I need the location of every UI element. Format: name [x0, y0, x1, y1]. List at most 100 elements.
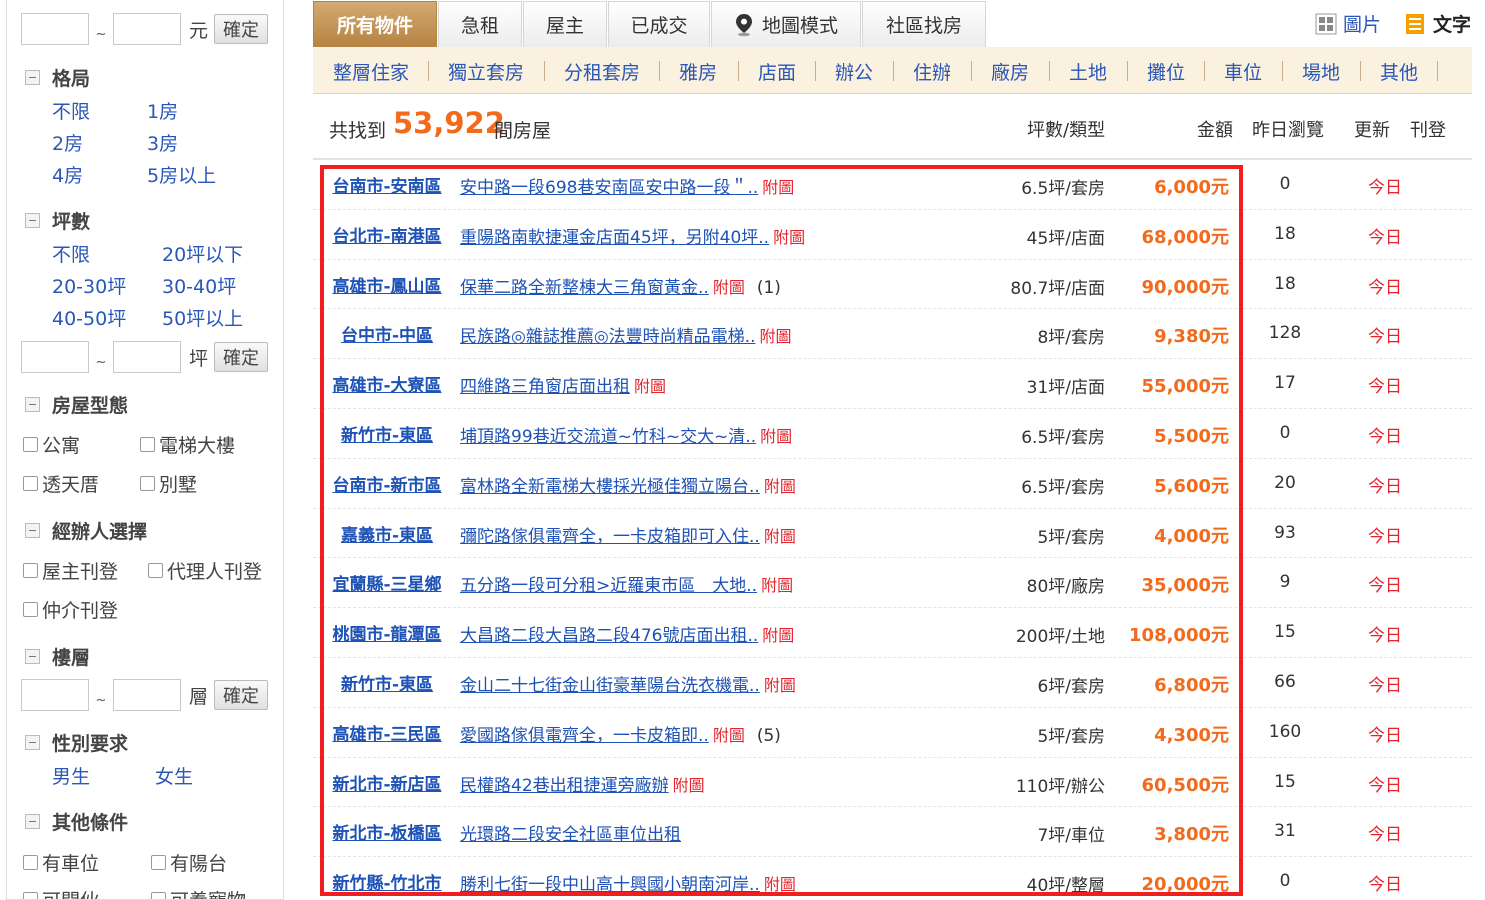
listing-title-link[interactable]: 民權路42巷出租捷運旁廠辦: [460, 771, 669, 796]
other-pets[interactable]: 可養寵物: [151, 886, 246, 899]
listing-region-link[interactable]: 高雄市-三民區: [330, 720, 444, 745]
subcat-venue[interactable]: 場地: [1302, 58, 1340, 85]
gender-option-female[interactable]: 女生: [155, 762, 193, 789]
listing-row[interactable]: 高雄市-三民區 愛國路傢俱電齊全，一卡皮箱即.. 附圖 (5) 5坪/套房 4,300元 1…: [313, 708, 1472, 758]
photo-tag[interactable]: 附圖: [762, 174, 794, 198]
subcat-factory[interactable]: 廠房: [991, 58, 1029, 85]
gender-option-male[interactable]: 男生: [52, 762, 90, 789]
other-balcony[interactable]: 有陽台: [151, 849, 227, 876]
subcat-stall[interactable]: 攤位: [1147, 58, 1185, 85]
subcat-studio[interactable]: 獨立套房: [448, 58, 524, 85]
checkbox[interactable]: [151, 855, 166, 870]
other-cooking[interactable]: 可開伙: [23, 886, 99, 899]
building-type-townhouse[interactable]: 透天厝: [23, 470, 99, 497]
floor-section-header[interactable]: 樓層: [25, 643, 90, 669]
listing-region-link[interactable]: 高雄市-鳳山區: [330, 272, 444, 297]
tab-community-search[interactable]: 社區找房: [862, 1, 986, 47]
photo-tag[interactable]: 附圖: [760, 423, 792, 447]
gender-section-header[interactable]: 性別要求: [25, 729, 128, 755]
listing-region-link[interactable]: 台中市-中區: [330, 321, 444, 346]
agent-section-header[interactable]: 經辦人選擇: [25, 517, 147, 543]
photo-tag[interactable]: 附圖: [762, 622, 794, 646]
tab-urgent[interactable]: 急租: [438, 1, 522, 47]
listing-region-link[interactable]: 宜蘭縣-三星鄉: [330, 570, 444, 595]
listing-region-link[interactable]: 新竹市-東區: [330, 670, 444, 695]
tab-all-listings[interactable]: 所有物件: [313, 1, 437, 47]
building-type-section-header[interactable]: 房屋型態: [25, 391, 128, 417]
listing-title-link[interactable]: 光環路二段安全社區車位出租: [460, 820, 681, 845]
subcat-home-office[interactable]: 住辦: [913, 58, 951, 85]
listing-region-link[interactable]: 高雄市-大寮區: [330, 371, 444, 396]
subcat-land[interactable]: 土地: [1069, 58, 1107, 85]
photo-tag[interactable]: 附圖: [764, 672, 796, 696]
column-area-type[interactable]: 坪數/類型: [1027, 116, 1105, 142]
agent-proxy[interactable]: 代理人刊登: [148, 557, 262, 584]
view-text-toggle[interactable]: 文字: [1405, 10, 1471, 37]
subcat-office[interactable]: 辦公: [835, 58, 873, 85]
building-type-elevator[interactable]: 電梯大樓: [140, 431, 235, 458]
listing-region-link[interactable]: 新北市-板橋區: [330, 819, 444, 844]
collapse-icon[interactable]: [25, 813, 40, 829]
rent-max-input[interactable]: [113, 13, 181, 45]
area-max-input[interactable]: [113, 341, 181, 373]
subcat-whole-floor[interactable]: 整層住家: [333, 58, 409, 85]
listing-title-link[interactable]: 富林路全新電梯大樓採光極佳獨立陽台..: [460, 472, 760, 497]
listing-row[interactable]: 台北市-南港區 重陽路南軟捷運金店面45坪，另附40坪.. 附圖 45坪/店面 68,0…: [313, 210, 1472, 260]
subcat-parking[interactable]: 車位: [1224, 58, 1262, 85]
listing-title-link[interactable]: 民族路◎雜誌推薦◎法豐時尚精品電梯..: [460, 322, 755, 347]
subcat-other[interactable]: 其他: [1380, 58, 1418, 85]
listing-row[interactable]: 新竹市-東區 埔頂路99巷近交流道~竹科~交大~清.. 附圖 6.5坪/套房 5,500…: [313, 409, 1472, 459]
photo-tag[interactable]: 附圖: [761, 572, 793, 596]
other-parking[interactable]: 有車位: [23, 849, 99, 876]
tab-map-mode[interactable]: 地圖模式: [711, 1, 861, 47]
checkbox[interactable]: [140, 476, 155, 491]
subcat-shared-studio[interactable]: 分租套房: [564, 58, 640, 85]
view-image-toggle[interactable]: 圖片: [1315, 10, 1381, 37]
listing-row[interactable]: 嘉義市-東區 彌陀路傢俱電齊全，一卡皮箱即可入住.. 附圖 5坪/套房 4,000元 93…: [313, 509, 1472, 559]
photo-tag[interactable]: 附圖: [759, 323, 791, 347]
checkbox[interactable]: [148, 563, 163, 578]
listing-row[interactable]: 新竹市-東區 金山二十七街金山街豪華陽台洗衣機電.. 附圖 6坪/套房 6,800元 66…: [313, 658, 1472, 708]
area-option-50plus[interactable]: 50坪以上: [162, 304, 243, 331]
column-views[interactable]: 昨日瀏覽: [1252, 116, 1324, 142]
area-option-any[interactable]: 不限: [52, 240, 90, 267]
listing-row[interactable]: 桃園市-龍潭區 大昌路二段大昌路二段476號店面出租.. 附圖 200坪/土地 108,…: [313, 608, 1472, 658]
checkbox[interactable]: [23, 437, 38, 452]
area-option-40-50[interactable]: 40-50坪: [52, 304, 126, 331]
listing-region-link[interactable]: 新北市-新店區: [330, 770, 444, 795]
listing-row[interactable]: 宜蘭縣-三星鄉 五分路一段可分租>近羅東市區 大地.. 附圖 80坪/廠房 35,000…: [313, 558, 1472, 609]
building-type-apartment[interactable]: 公寓: [23, 431, 80, 458]
collapse-icon[interactable]: [25, 396, 40, 412]
rooms-option-4[interactable]: 4房: [52, 161, 83, 188]
photo-tag[interactable]: 附圖: [713, 722, 745, 746]
agent-broker[interactable]: 仲介刊登: [23, 596, 118, 623]
rooms-option-3[interactable]: 3房: [147, 129, 178, 156]
listing-title-link[interactable]: 保華二路全新整棟大三角窗黃金..: [460, 273, 709, 298]
agent-owner[interactable]: 屋主刊登: [23, 557, 118, 584]
listing-row[interactable]: 台中市-中區 民族路◎雜誌推薦◎法豐時尚精品電梯.. 附圖 8坪/套房 9,380元 12…: [313, 309, 1472, 360]
listing-region-link[interactable]: 新竹縣-竹北市: [330, 869, 444, 894]
subcat-storefront[interactable]: 店面: [758, 58, 796, 85]
area-confirm-button[interactable]: 確定: [214, 342, 269, 372]
listing-row[interactable]: 新竹縣-竹北市 勝利七街一段中山高十興國小朝南河岸.. 附圖 40坪/整層 20,000…: [313, 857, 1472, 900]
building-type-villa[interactable]: 別墅: [140, 470, 197, 497]
checkbox[interactable]: [23, 476, 38, 491]
checkbox[interactable]: [151, 892, 166, 899]
rooms-option-5plus[interactable]: 5房以上: [147, 161, 216, 188]
listing-title-link[interactable]: 彌陀路傢俱電齊全，一卡皮箱即可入住..: [460, 522, 760, 547]
listing-title-link[interactable]: 重陽路南軟捷運金店面45坪，另附40坪..: [460, 223, 769, 248]
area-option-30-40[interactable]: 30-40坪: [162, 272, 236, 299]
collapse-icon[interactable]: [25, 212, 40, 228]
photo-tag[interactable]: 附圖: [764, 523, 796, 547]
listing-row[interactable]: 台南市-新市區 富林路全新電梯大樓採光極佳獨立陽台.. 附圖 6.5坪/套房 5,600…: [313, 459, 1472, 509]
collapse-icon[interactable]: [25, 648, 40, 664]
listing-title-link[interactable]: 五分路一段可分租>近羅東市區 大地..: [460, 571, 757, 596]
checkbox[interactable]: [23, 602, 38, 617]
checkbox[interactable]: [23, 563, 38, 578]
column-price[interactable]: 金額: [1197, 116, 1233, 142]
rent-min-input[interactable]: [21, 13, 89, 45]
tab-owner[interactable]: 屋主: [523, 1, 607, 47]
rooms-section-header[interactable]: 格局: [25, 64, 90, 90]
photo-tag[interactable]: 附圖: [673, 772, 705, 796]
photo-tag[interactable]: 附圖: [634, 373, 666, 397]
